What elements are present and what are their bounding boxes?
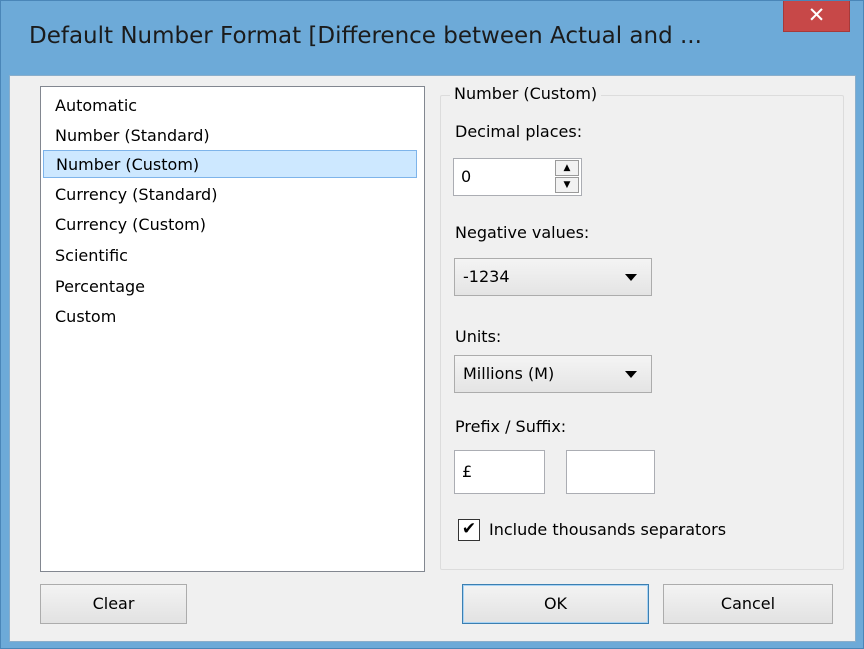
units-selected: Millions (M) [463,364,555,383]
dialog-body: Automatic Number (Standard) Number (Cust… [9,75,856,642]
close-icon: ✕ [807,3,826,27]
negative-values-selected: -1234 [463,267,510,286]
close-button[interactable]: ✕ [783,1,850,32]
prefix-input[interactable]: £ [454,450,545,494]
title-bar[interactable]: Default Number Format [Difference betwee… [1,1,863,75]
decimal-places-label: Decimal places: [455,122,583,141]
clear-button[interactable]: Clear [40,584,187,624]
spin-up-button[interactable]: ▲ [555,160,579,176]
list-item-number-custom[interactable]: Number (Custom) [43,150,417,178]
units-label: Units: [455,327,502,346]
spin-down-button[interactable]: ▼ [555,177,579,193]
list-item-currency-standard[interactable]: Currency (Standard) [43,181,417,209]
prefix-suffix-label: Prefix / Suffix: [455,417,567,436]
thousands-separator-checkbox[interactable]: ✔ [458,519,480,541]
units-dropdown[interactable]: Millions (M) [454,355,652,393]
list-item-percentage[interactable]: Percentage [43,273,417,301]
cancel-button[interactable]: Cancel [663,584,833,624]
list-item-currency-custom[interactable]: Currency (Custom) [43,211,417,239]
negative-values-label: Negative values: [455,223,590,242]
chevron-down-icon [625,274,637,281]
format-list[interactable]: Automatic Number (Standard) Number (Cust… [40,86,425,572]
ok-button[interactable]: OK [462,584,649,624]
suffix-input[interactable] [566,450,655,494]
list-item-custom[interactable]: Custom [43,303,417,331]
window-title: Default Number Format [Difference betwee… [29,23,702,49]
checkmark-icon: ✔ [461,519,477,539]
group-title: Number (Custom) [450,84,602,103]
list-item-number-standard[interactable]: Number (Standard) [43,122,417,150]
decimal-places-spinner: ▲ ▼ [555,159,581,195]
chevron-down-icon [625,371,637,378]
thousands-separator-label[interactable]: Include thousands separators [489,520,726,539]
negative-values-dropdown[interactable]: -1234 [454,258,652,296]
list-item-automatic[interactable]: Automatic [43,92,417,120]
list-item-scientific[interactable]: Scientific [43,242,417,270]
dialog-window: Default Number Format [Difference betwee… [0,0,864,649]
